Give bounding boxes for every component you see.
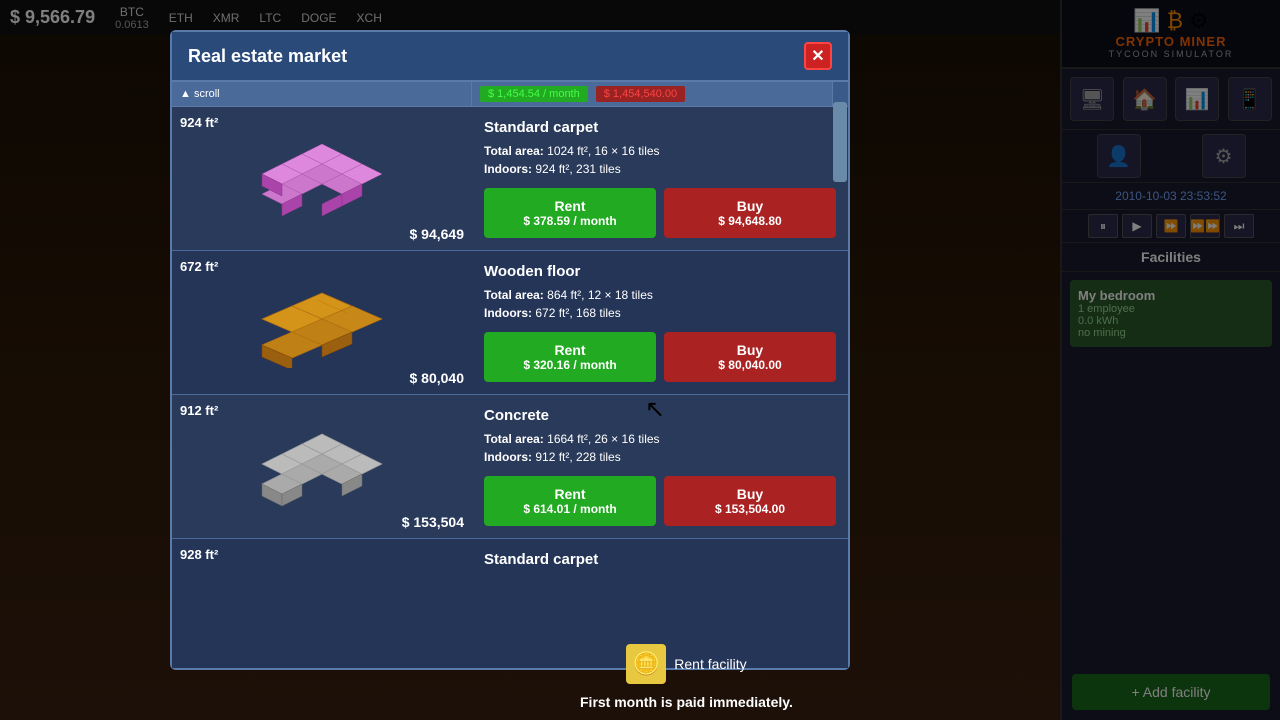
property-type-3: Concrete <box>484 407 836 424</box>
modal-body[interactable]: ▲ scroll $ 1,454.54 / month $ 1,454,540.… <box>172 82 848 668</box>
property-image-3: 912 ft² <box>172 395 472 538</box>
property-visual-3 <box>242 422 402 512</box>
property-image-2: 672 ft² $ 80 <box>172 251 472 394</box>
property-size-2: 672 ft² <box>180 259 218 274</box>
property-visual-1 <box>242 134 402 224</box>
rent-button-3[interactable]: Rent $ 614.01 / month <box>484 476 656 526</box>
property-type-2: Wooden floor <box>484 263 836 280</box>
buy-button-2[interactable]: Buy $ 80,040.00 <box>664 332 836 382</box>
property-visual-2 <box>242 278 402 368</box>
property-price-1: $ 94,649 <box>410 226 465 242</box>
property-info-1: Standard carpet Total area: 1024 ft², 16… <box>472 107 848 250</box>
property-indoors-2: Indoors: 672 ft², 168 tiles <box>484 306 836 320</box>
property-row-3: 912 ft² <box>172 395 848 539</box>
modal-close-button[interactable]: ✕ <box>804 42 832 70</box>
property-type-4: Standard carpet <box>484 551 836 568</box>
modal-title: Real estate market <box>188 46 347 67</box>
property-type-1: Standard carpet <box>484 119 836 136</box>
rent-button-2[interactable]: Rent $ 320.16 / month <box>484 332 656 382</box>
property-actions-2: Rent $ 320.16 / month Buy $ 80,040.00 <box>484 332 836 382</box>
buy-button-1[interactable]: Buy $ 94,648.80 <box>664 188 836 238</box>
rent-facility-icon: 🪙 <box>626 644 666 684</box>
tooltip-label: Rent facility <box>674 656 746 672</box>
property-image-4: 928 ft² <box>172 539 472 668</box>
scrollbar-thumb[interactable] <box>833 102 847 182</box>
property-size-4: 928 ft² <box>180 547 218 562</box>
property-total-area-1: Total area: 1024 ft², 16 × 16 tiles <box>484 144 836 158</box>
property-actions-1: Rent $ 378.59 / month Buy $ 94,648.80 <box>484 188 836 238</box>
property-indoors-1: Indoors: 924 ft², 231 tiles <box>484 162 836 176</box>
modal-header: Real estate market ✕ <box>172 32 848 82</box>
property-image-1: 924 ft² <box>172 107 472 250</box>
property-price-2: $ 80,040 <box>410 370 465 386</box>
real-estate-modal: Real estate market ✕ ▲ scroll $ 1,454.54… <box>170 30 850 670</box>
property-price-3: $ 153,504 <box>402 514 464 530</box>
buy-button-3[interactable]: Buy $ 153,504.00 <box>664 476 836 526</box>
property-size-1: 924 ft² <box>180 115 218 130</box>
property-info-2: Wooden floor Total area: 864 ft², 12 × 1… <box>472 251 848 394</box>
rent-button-1[interactable]: Rent $ 378.59 / month <box>484 188 656 238</box>
property-actions-3: Rent $ 614.01 / month Buy $ 153,504.00 <box>484 476 836 526</box>
property-info-3: Concrete Total area: 1664 ft², 26 × 16 t… <box>472 395 848 538</box>
property-row-2: 672 ft² $ 80 <box>172 251 848 395</box>
scrollbar[interactable] <box>832 82 848 106</box>
property-row: 924 ft² <box>172 107 848 251</box>
modal-overlay: Real estate market ✕ ▲ scroll $ 1,454.54… <box>0 0 1280 720</box>
property-total-area-3: Total area: 1664 ft², 26 × 16 tiles <box>484 432 836 446</box>
tooltip-area: 🪙 Rent facility First month is paid imme… <box>580 644 793 710</box>
property-total-area-2: Total area: 864 ft², 12 × 18 tiles <box>484 288 836 302</box>
scroll-area-top: ▲ scroll $ 1,454.54 / month $ 1,454,540.… <box>172 82 848 107</box>
property-indoors-3: Indoors: 912 ft², 228 tiles <box>484 450 836 464</box>
property-size-3: 912 ft² <box>180 403 218 418</box>
tooltip-note: First month is paid immediately. <box>580 694 793 710</box>
